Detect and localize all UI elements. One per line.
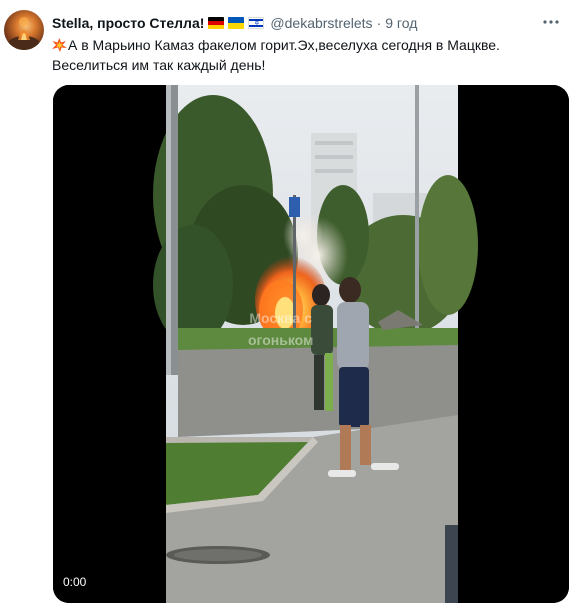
collision-icon: [52, 37, 67, 52]
video-player[interactable]: Москва с огоньком 0:00: [53, 85, 569, 603]
tweet-header: Stella, просто Стелла! ✡ @dekabrstrelets…: [52, 13, 417, 33]
watermark-line-1: Москва с: [249, 310, 313, 326]
avatar[interactable]: [4, 10, 44, 50]
ukraine-flag-icon: [228, 17, 245, 29]
tweet-text: А в Марьино Камаз факелом горит.Эх,весел…: [52, 35, 552, 75]
video-watermark: Москва с огоньком: [248, 307, 313, 351]
display-name[interactable]: Stella, просто Стелла!: [52, 15, 204, 31]
germany-flag-icon: [208, 17, 225, 29]
tweet-timestamp[interactable]: 9 год: [385, 15, 417, 31]
avatar-image: [8, 17, 40, 50]
tweet-card[interactable]: Stella, просто Стелла! ✡ @dekabrstrelets…: [0, 0, 583, 613]
tweet-text-line-2: Веселиться им так каждый день!: [52, 57, 266, 73]
separator-dot: ·: [376, 15, 382, 31]
israel-flag-icon: ✡: [248, 17, 265, 29]
user-handle[interactable]: @dekabrstrelets: [270, 15, 372, 31]
more-options-icon[interactable]: [541, 14, 561, 30]
watermark-line-2: огоньком: [248, 332, 314, 348]
tweet-text-line-1: А в Марьино Камаз факелом горит.Эх,весел…: [52, 35, 552, 55]
tweet-text-content-1: А в Марьино Камаз факелом горит.Эх,весел…: [68, 37, 500, 53]
video-timestamp: 0:00: [63, 575, 87, 589]
